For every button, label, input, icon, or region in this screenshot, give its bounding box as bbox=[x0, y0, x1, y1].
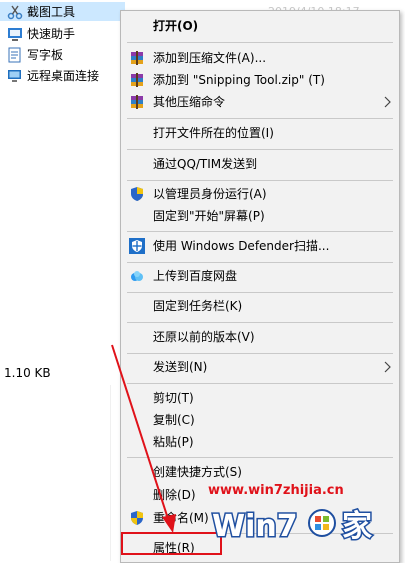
watermark-logo: Win7 家 bbox=[210, 500, 394, 546]
watermark-logo-suffix: 家 bbox=[342, 509, 372, 544]
watermark-url: www.win7zhijia.cn bbox=[208, 483, 344, 498]
watermark-logo-text: Win7 bbox=[212, 509, 298, 544]
annotation-arrow bbox=[111, 344, 176, 533]
annotation-highlight-box bbox=[121, 532, 222, 555]
win7-logo-icon: Win7 家 bbox=[211, 508, 374, 546]
